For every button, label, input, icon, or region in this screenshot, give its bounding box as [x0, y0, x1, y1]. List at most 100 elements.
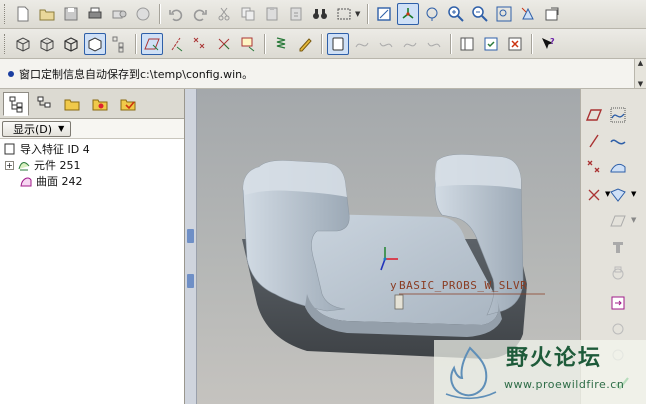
- message-scrollbar[interactable]: ▲ ▼: [634, 59, 646, 88]
- context-help-button[interactable]: ?: [537, 33, 559, 55]
- datum-points-button[interactable]: [189, 33, 211, 55]
- chevron-down-icon[interactable]: ▼: [355, 10, 360, 18]
- datum-axis-tool-button[interactable]: [583, 130, 605, 152]
- reorient-button[interactable]: [517, 3, 539, 25]
- datum-planes-button[interactable]: [141, 32, 163, 55]
- surface-button[interactable]: [327, 32, 349, 55]
- collapse-handle[interactable]: [187, 274, 194, 288]
- toolbar-grip[interactable]: [4, 4, 7, 24]
- merge-icon: [611, 296, 625, 310]
- paste-button[interactable]: [261, 3, 283, 25]
- scissors-icon: [218, 7, 230, 21]
- curve-icon: [610, 139, 626, 145]
- csys-tool-button[interactable]: [583, 184, 605, 206]
- surface-tool-button[interactable]: [607, 156, 629, 178]
- no-hidden-button[interactable]: [60, 33, 82, 55]
- curve2-button[interactable]: [375, 33, 397, 55]
- model-tag-anchor[interactable]: [394, 294, 404, 310]
- navigator-panel: 显示(D) ▼ 导入特征 ID 4 + 元件 251 曲面 242: [0, 89, 185, 404]
- show-dropdown-button[interactable]: 显示(D) ▼: [2, 120, 72, 137]
- sketched-curve-tool-button[interactable]: [607, 104, 629, 126]
- annotation-button[interactable]: [237, 33, 259, 55]
- navigator-splitter[interactable]: [185, 89, 197, 404]
- refit-button[interactable]: [493, 3, 515, 25]
- tree-item-import-feature[interactable]: 导入特征 ID 4: [3, 141, 90, 157]
- scroll-down-icon[interactable]: ▼: [638, 80, 643, 88]
- mail-button[interactable]: [108, 3, 130, 25]
- curve-icon: [355, 42, 369, 47]
- open-file-button[interactable]: [36, 3, 58, 25]
- copy-button[interactable]: [237, 3, 259, 25]
- accept-window-button[interactable]: [480, 33, 502, 55]
- revolve-icon: [612, 266, 624, 280]
- curve3-button[interactable]: [399, 33, 421, 55]
- navigator-tabs: [0, 89, 184, 119]
- paste-special-button[interactable]: [285, 3, 307, 25]
- tree-item-label: 元件 251: [34, 159, 81, 172]
- cut-button[interactable]: [213, 3, 235, 25]
- spring-button[interactable]: [270, 33, 292, 55]
- select-box-button[interactable]: [333, 3, 355, 25]
- zoom-in-button[interactable]: [445, 3, 467, 25]
- datum-point-icon: [193, 37, 205, 48]
- curve4-button[interactable]: [423, 33, 445, 55]
- extrude-tool-button[interactable]: [607, 236, 629, 258]
- print-button[interactable]: [84, 3, 106, 25]
- save-button[interactable]: [60, 3, 82, 25]
- toolbar-grip[interactable]: [4, 33, 7, 54]
- new-file-button[interactable]: [12, 3, 34, 25]
- component-icon: [18, 162, 30, 171]
- sketch-button[interactable]: [294, 33, 316, 55]
- saved-views-button[interactable]: [541, 3, 563, 25]
- orient-mode-button[interactable]: [421, 3, 443, 25]
- csys-button[interactable]: [213, 33, 235, 55]
- tree-item-label: 曲面 242: [36, 175, 83, 188]
- fill-tool-button[interactable]: [607, 210, 629, 232]
- select-box-icon: [337, 8, 351, 20]
- hidden-line-button[interactable]: [36, 33, 58, 55]
- model-tree-toggle-button[interactable]: [108, 33, 130, 55]
- chevron-down-icon[interactable]: ▼: [631, 216, 636, 224]
- extrude-icon: [613, 242, 623, 253]
- trim-tool-button[interactable]: [607, 318, 629, 340]
- wireframe-button[interactable]: [12, 33, 34, 55]
- tab-layer-tree[interactable]: [31, 92, 57, 116]
- datum-axes-button[interactable]: [165, 33, 187, 55]
- find-button[interactable]: [309, 3, 331, 25]
- expand-icon[interactable]: +: [5, 160, 14, 170]
- scroll-up-icon[interactable]: ▲: [638, 59, 643, 67]
- csys-icon: [588, 189, 600, 201]
- connections-icon: [120, 99, 136, 110]
- revolve-tool-button[interactable]: [607, 262, 629, 284]
- undo-button[interactable]: [165, 3, 187, 25]
- merge-tool-button[interactable]: [607, 292, 629, 314]
- tab-model-tree[interactable]: [3, 91, 29, 116]
- window-layout-icon: [460, 37, 474, 50]
- tab-folder-browser[interactable]: [59, 92, 85, 116]
- send-button[interactable]: [132, 3, 154, 25]
- toolbar-separator: [531, 33, 532, 54]
- spin-center-button[interactable]: [397, 3, 420, 25]
- datum-point-tool-button[interactable]: [583, 156, 605, 178]
- shading-button[interactable]: [84, 32, 106, 55]
- window-layout-button[interactable]: [456, 33, 478, 55]
- tab-favorites[interactable]: [87, 92, 113, 116]
- tree-item-component[interactable]: + 元件 251: [5, 157, 81, 173]
- datum-curve-tool-button[interactable]: [607, 130, 629, 152]
- message-text: 窗口定制信息自动保存到c:\temp\config.win。: [19, 67, 254, 81]
- mail-icon: [112, 10, 127, 19]
- redraw-button[interactable]: [373, 3, 395, 25]
- style-tool-button[interactable]: [607, 184, 629, 206]
- tree-item-surface[interactable]: 曲面 242: [19, 173, 83, 189]
- zoom-in-icon: [448, 6, 465, 22]
- collapse-handle[interactable]: [187, 229, 194, 243]
- tab-connections[interactable]: [115, 92, 141, 116]
- curve1-button[interactable]: [351, 33, 373, 55]
- redo-button[interactable]: [189, 3, 211, 25]
- zoom-out-button[interactable]: [469, 3, 491, 25]
- datum-plane-tool-button[interactable]: [583, 104, 605, 126]
- close-window-button[interactable]: [504, 33, 526, 55]
- chevron-down-icon[interactable]: ▼: [631, 190, 636, 198]
- binoculars-icon: [313, 9, 327, 19]
- plane-outline-icon: [610, 215, 626, 227]
